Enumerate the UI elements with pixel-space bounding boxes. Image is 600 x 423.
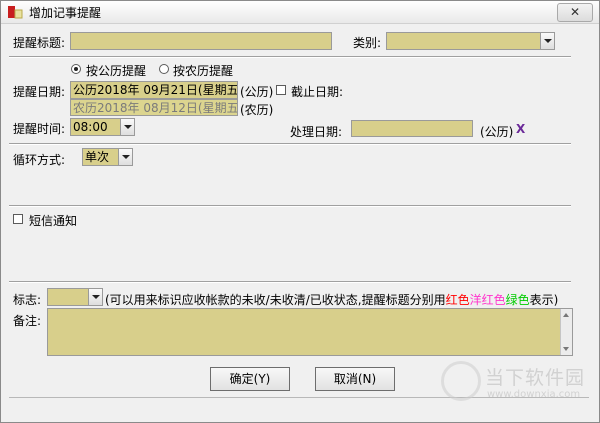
cycle-select[interactable]: 单次 [82, 148, 133, 166]
chevron-down-icon[interactable] [118, 149, 132, 165]
remind-time-value: 08:00 [73, 120, 108, 134]
divider [9, 143, 571, 145]
watermark: 当下软件园 www.downxia.com [441, 361, 591, 407]
memo-textarea[interactable] [47, 308, 573, 356]
close-icon: ✕ [569, 5, 581, 19]
radio-lunar[interactable] [159, 64, 169, 74]
divider [9, 281, 571, 283]
cancel-button[interactable]: 取消(N) [315, 367, 395, 391]
watermark-text: 当下软件园 [485, 367, 586, 389]
radio-solar[interactable] [71, 64, 81, 74]
sms-checkbox[interactable] [13, 214, 23, 224]
watermark-logo-icon [441, 361, 481, 401]
divider [9, 56, 571, 58]
radio-solar-label[interactable]: 按公历提醒 [86, 62, 146, 79]
solar-suffix: (公历) [240, 85, 274, 99]
cycle-value: 单次 [85, 150, 110, 164]
flag-red-text: 红色 [445, 293, 470, 307]
title-bar: 增加记事提醒 ✕ [1, 1, 599, 24]
category-select[interactable] [386, 32, 555, 50]
remind-date-label: 提醒日期: [13, 85, 66, 99]
remind-time-label: 提醒时间: [13, 122, 66, 136]
radio-lunar-label[interactable]: 按农历提醒 [173, 62, 233, 79]
deadline-checkbox[interactable] [276, 85, 286, 95]
memo-scrollbar[interactable] [560, 309, 572, 355]
flag-label: 标志: [13, 293, 42, 307]
clear-process-date-button[interactable]: X [516, 122, 525, 136]
category-label: 类别: [353, 36, 382, 50]
scroll-down-icon[interactable] [563, 347, 569, 351]
close-button[interactable]: ✕ [557, 3, 593, 22]
dialog-window: 增加记事提醒 ✕ 提醒标题: 类别: 按公历提醒 按农历提醒 提醒日期: 公历2… [0, 0, 600, 423]
flag-hint-prefix: (可以用来标识应收帐款的未收/未收清/已收状态,提醒标题分别用 [105, 293, 446, 307]
flag-hint: (可以用来标识应收帐款的未收/未收清/已收状态,提醒标题分别用红色洋红色绿色表示… [105, 291, 558, 308]
watermark-url: www.downxia.com [487, 389, 581, 400]
process-date-label: 处理日期: [290, 125, 343, 139]
ok-button[interactable]: 确定(Y) [210, 367, 290, 391]
process-suffix: (公历) [480, 125, 514, 139]
divider [9, 205, 571, 207]
app-icon [8, 6, 23, 19]
chevron-down-icon[interactable] [540, 33, 554, 49]
solar-date-field[interactable]: 公历2018年 09月21日(星期五) [70, 81, 238, 99]
title-label: 提醒标题: [13, 36, 66, 50]
flag-magenta-text: 洋红色 [469, 293, 506, 307]
lunar-date-field: 农历2018年 08月12日(星期五) [70, 99, 238, 116]
scroll-up-icon[interactable] [563, 313, 569, 317]
sms-label[interactable]: 短信通知 [29, 212, 77, 229]
title-input[interactable] [70, 32, 332, 50]
chevron-down-icon[interactable] [120, 119, 134, 135]
deadline-label: 截止日期: [291, 85, 344, 99]
process-date-input[interactable] [351, 120, 473, 137]
window-title: 增加记事提醒 [29, 6, 102, 20]
cycle-label: 循环方式: [13, 153, 66, 167]
flag-select[interactable] [47, 288, 103, 306]
chevron-down-icon[interactable] [88, 289, 102, 305]
flag-green-text: 绿色 [505, 293, 530, 307]
remind-time-select[interactable]: 08:00 [70, 118, 135, 136]
flag-hint-suffix: 表示) [529, 293, 559, 307]
lunar-suffix: (农历) [240, 103, 274, 117]
memo-label: 备注: [13, 314, 42, 328]
